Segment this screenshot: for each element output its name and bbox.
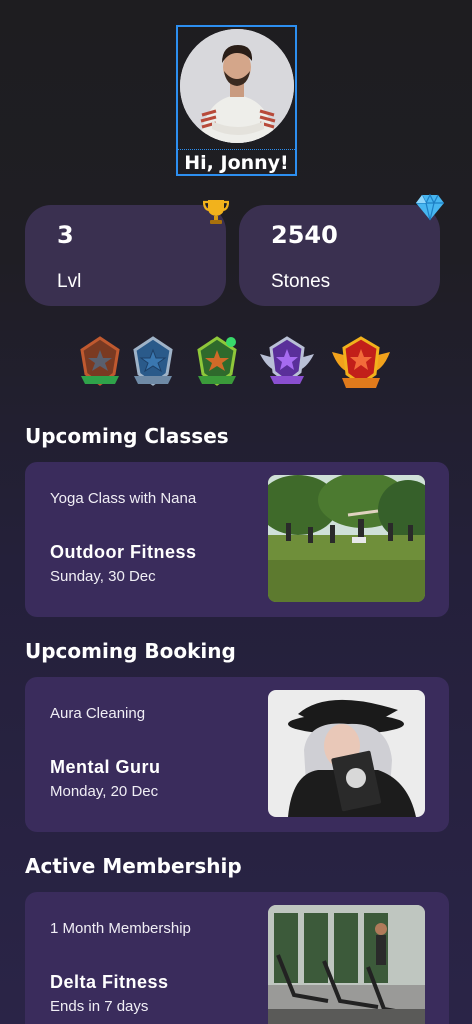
stones-value: 2540 bbox=[271, 221, 338, 249]
level-value: 3 bbox=[57, 221, 74, 249]
class-card[interactable]: Yoga Class with Nana Outdoor Fitness Sun… bbox=[25, 462, 449, 617]
green-star-badge[interactable] bbox=[194, 336, 240, 394]
greeting-text: Hi, Jonny! bbox=[178, 149, 295, 174]
level-label: Lvl bbox=[57, 271, 82, 292]
gym-photo bbox=[268, 905, 425, 1024]
upcoming-booking-heading: Upcoming Booking bbox=[25, 639, 236, 663]
trophy-icon bbox=[202, 197, 230, 229]
profile-selection[interactable]: Hi, Jonny! bbox=[176, 25, 297, 176]
booking-title: Mental Guru bbox=[50, 757, 161, 777]
class-date: Sunday, 30 Dec bbox=[50, 568, 156, 585]
membership-card[interactable]: 1 Month Membership Delta Fitness Ends in… bbox=[25, 892, 449, 1024]
class-title: Outdoor Fitness bbox=[50, 542, 197, 562]
mental-guru-photo bbox=[268, 690, 425, 817]
booking-date: Monday, 20 Dec bbox=[50, 783, 159, 800]
stones-card[interactable]: 2540 Stones bbox=[239, 205, 440, 306]
purple-winged-star-badge[interactable] bbox=[258, 336, 316, 394]
membership-title: Delta Fitness bbox=[50, 972, 169, 992]
booking-subtitle: Aura Cleaning bbox=[50, 705, 146, 722]
membership-subtitle: 1 Month Membership bbox=[50, 920, 191, 937]
active-membership-heading: Active Membership bbox=[25, 854, 242, 878]
avatar[interactable] bbox=[180, 29, 294, 143]
stones-label: Stones bbox=[271, 271, 331, 292]
upcoming-classes-heading: Upcoming Classes bbox=[25, 424, 229, 448]
gold-winged-star-badge[interactable] bbox=[330, 336, 392, 398]
class-subtitle: Yoga Class with Nana bbox=[50, 490, 197, 507]
yoga-class-photo bbox=[268, 475, 425, 602]
diamond-icon bbox=[415, 193, 445, 225]
level-card[interactable]: 3 Lvl bbox=[25, 205, 226, 306]
silver-blue-star-badge[interactable] bbox=[130, 336, 176, 394]
bronze-star-badge[interactable] bbox=[78, 336, 122, 394]
membership-date: Ends in 7 days bbox=[50, 998, 149, 1015]
booking-card[interactable]: Aura Cleaning Mental Guru Monday, 20 Dec bbox=[25, 677, 449, 832]
badges-row bbox=[76, 336, 396, 396]
